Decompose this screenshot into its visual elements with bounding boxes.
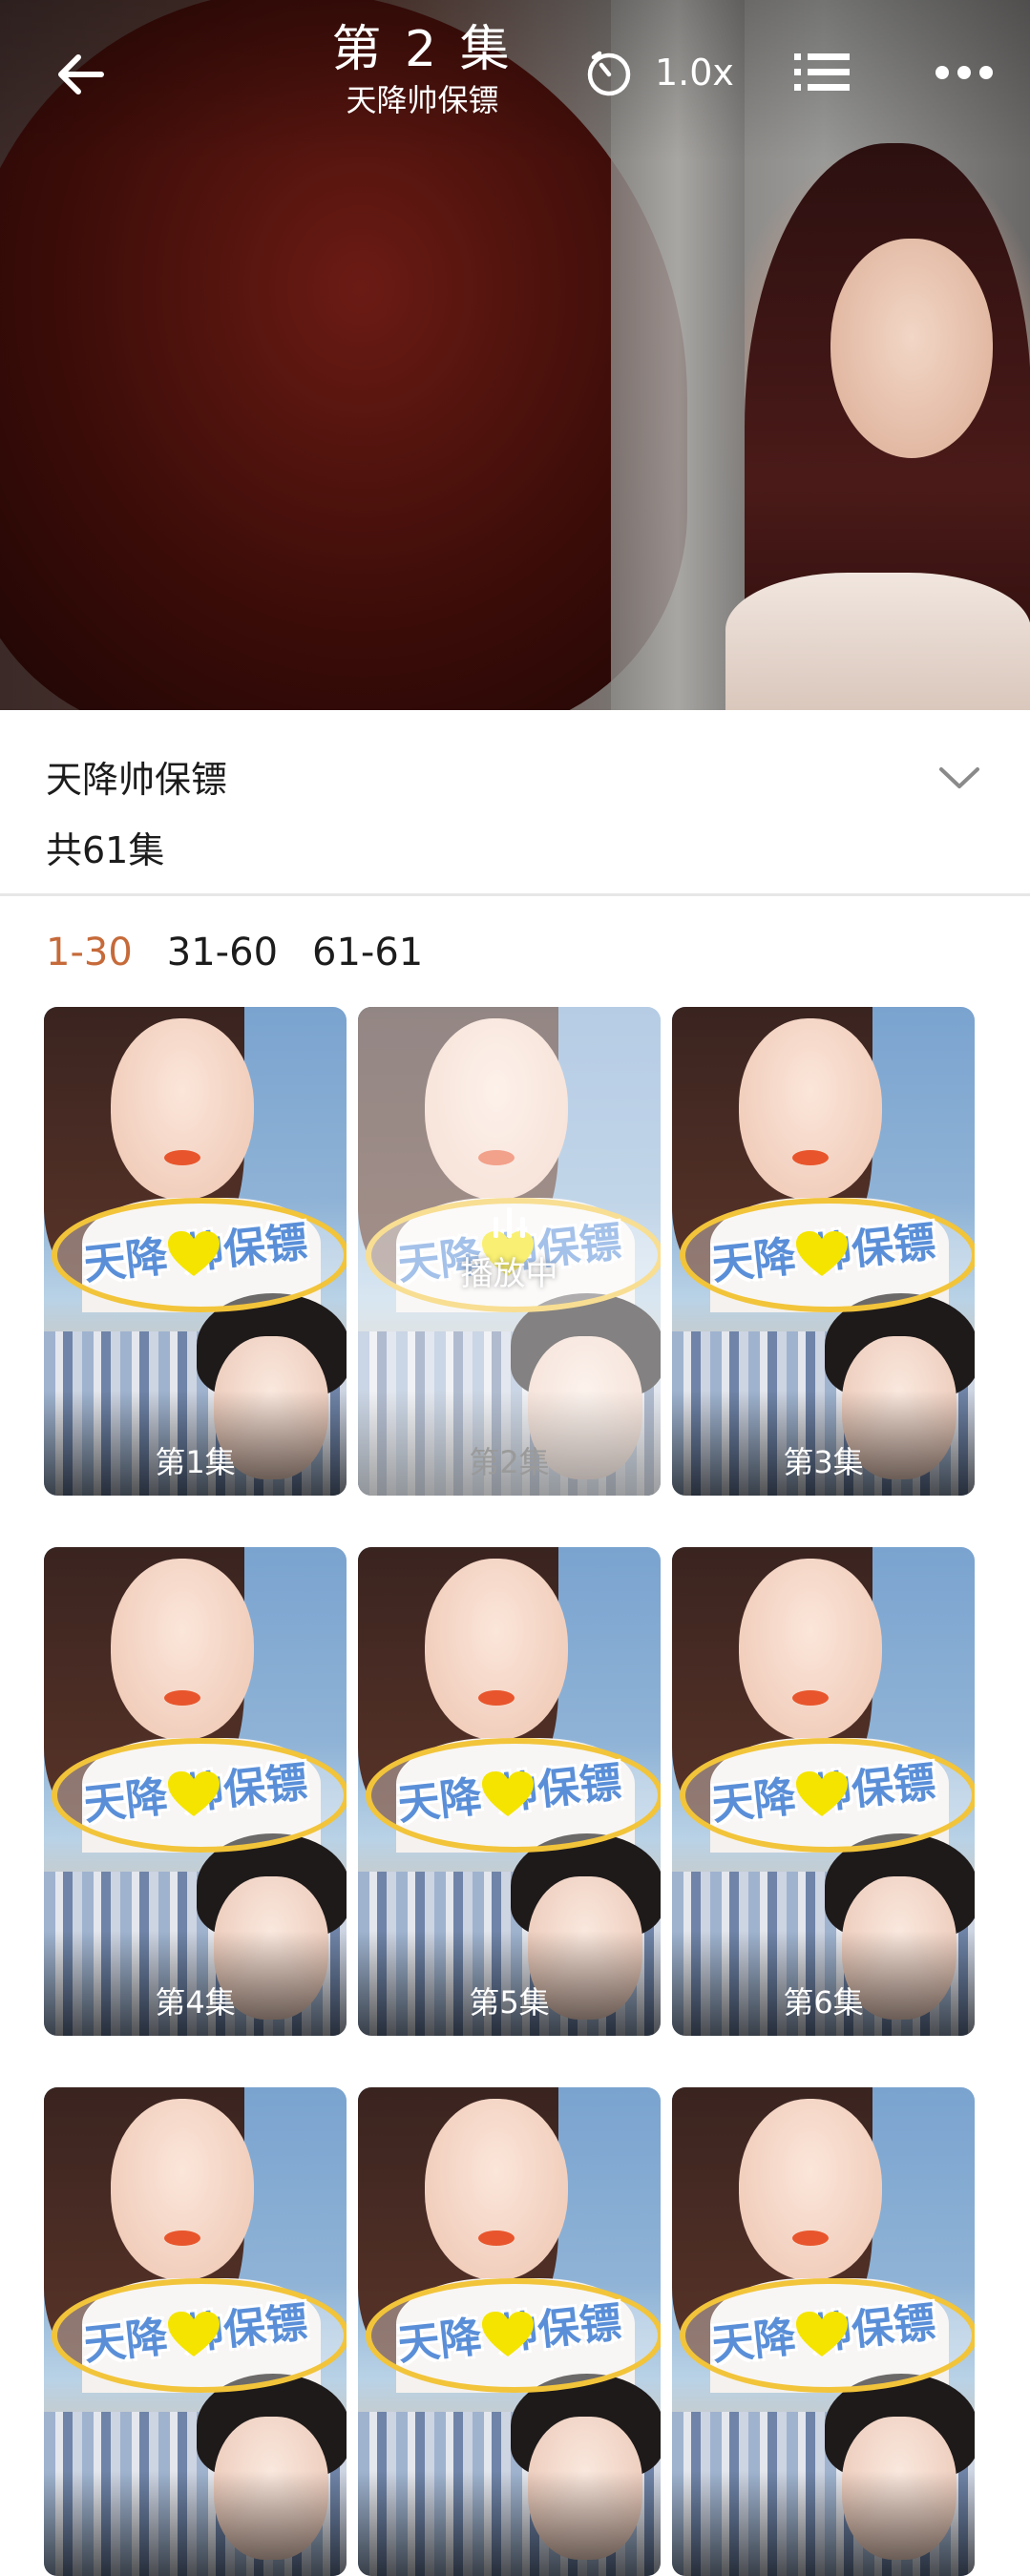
- tab-range-31-60[interactable]: 31-60: [167, 926, 278, 983]
- timer-icon: [587, 51, 631, 96]
- thumbnail-lips: [792, 1690, 829, 1706]
- episode-card[interactable]: 天降 帅保镖: [672, 2087, 975, 2576]
- episode-card[interactable]: 天降 帅保镖 第5集: [358, 1547, 661, 2036]
- video-frame-actress-top: [725, 573, 1030, 710]
- thumbnail-lips: [164, 2230, 200, 2246]
- episode-label: 第6集: [783, 1984, 864, 2021]
- more-button[interactable]: [931, 48, 998, 97]
- thumbnail-lips: [478, 2230, 515, 2246]
- episode-title: 第 2 集: [331, 21, 514, 78]
- heart-icon: [796, 1231, 848, 1276]
- heart-icon: [482, 2312, 534, 2356]
- thumbnail-gradient: [44, 2471, 347, 2576]
- player-topbar: 第 2 集 天降帅保镖 1.0x: [0, 0, 1030, 143]
- thumbnail-actress-face: [111, 2099, 254, 2280]
- episode-count: 共61集: [46, 829, 165, 871]
- playing-indicator: 播放中: [358, 1207, 661, 1294]
- thumbnail-actress-face: [739, 2099, 882, 2280]
- video-frame-actress-face: [830, 239, 993, 458]
- tab-range-61-61[interactable]: 61-61: [312, 926, 423, 983]
- episode-title-block: 第 2 集 天降帅保镖: [286, 19, 558, 120]
- episode-card[interactable]: 天降 帅保镖: [358, 2087, 661, 2576]
- thumbnail-lips: [792, 2230, 829, 2246]
- episode-label: 第5集: [469, 1984, 550, 2021]
- thumbnail-actress-face: [739, 1559, 882, 1740]
- thumbnail-lips: [792, 1150, 829, 1165]
- thumbnail-lips: [164, 1690, 200, 1706]
- episode-label: 第2集: [469, 1444, 550, 1480]
- episode-range-tabs: 1-30 31-60 61-61: [46, 926, 423, 983]
- heart-icon: [482, 1771, 534, 1816]
- thumbnail-lips: [478, 1690, 515, 1706]
- episode-card[interactable]: 天降 帅保镖 第6集: [672, 1547, 975, 2036]
- episode-card[interactable]: 天降 帅保镖 第3集: [672, 1007, 975, 1496]
- thumbnail-actress-face: [425, 2099, 568, 2280]
- thumbnail-gradient: [672, 2471, 975, 2576]
- heart-icon: [168, 1771, 220, 1816]
- series-title: 天降帅保镖: [46, 759, 228, 801]
- episode-card[interactable]: 天降 帅保镖: [44, 2087, 347, 2576]
- back-arrow-icon: [58, 54, 104, 94]
- thumbnail-actress-face: [111, 1559, 254, 1740]
- heart-icon: [796, 1771, 848, 1816]
- tab-range-1-30[interactable]: 1-30: [46, 926, 133, 983]
- episode-label: 第3集: [783, 1444, 864, 1480]
- back-button[interactable]: [42, 36, 118, 113]
- expand-button[interactable]: [935, 754, 983, 802]
- playing-label: 播放中: [460, 1255, 558, 1293]
- thumbnail-actress-face: [425, 1559, 568, 1740]
- episode-label: 第4集: [155, 1984, 236, 2021]
- timer-button[interactable]: [580, 44, 638, 101]
- more-icon: [935, 66, 993, 79]
- episode-card[interactable]: 天降 帅保镖 第4集: [44, 1547, 347, 2036]
- heart-icon: [796, 2312, 848, 2356]
- chevron-down-icon: [939, 767, 979, 788]
- playlist-button[interactable]: [792, 48, 853, 97]
- thumbnail-lips: [164, 1150, 200, 1165]
- episode-card[interactable]: 天降 帅保镖 第1集: [44, 1007, 347, 1496]
- thumbnail-actress-face: [739, 1018, 882, 1200]
- heart-icon: [168, 1231, 220, 1276]
- series-subtitle: 天降帅保镖: [346, 82, 499, 118]
- playback-speed-button[interactable]: 1.0x: [655, 46, 734, 99]
- playlist-icon: [794, 53, 850, 91]
- series-info: 天降帅保镖 共61集: [0, 710, 1030, 897]
- episode-label: 第1集: [155, 1444, 236, 1480]
- thumbnail-actress-face: [111, 1018, 254, 1200]
- thumbnail-gradient: [358, 2471, 661, 2576]
- episode-card[interactable]: 天降 帅保镖 播放中 第2集: [358, 1007, 661, 1496]
- video-player[interactable]: 第 2 集 天降帅保镖 1.0x: [0, 0, 1030, 710]
- heart-icon: [168, 2312, 220, 2356]
- equalizer-icon: [358, 1207, 661, 1238]
- section-divider: [0, 893, 1030, 896]
